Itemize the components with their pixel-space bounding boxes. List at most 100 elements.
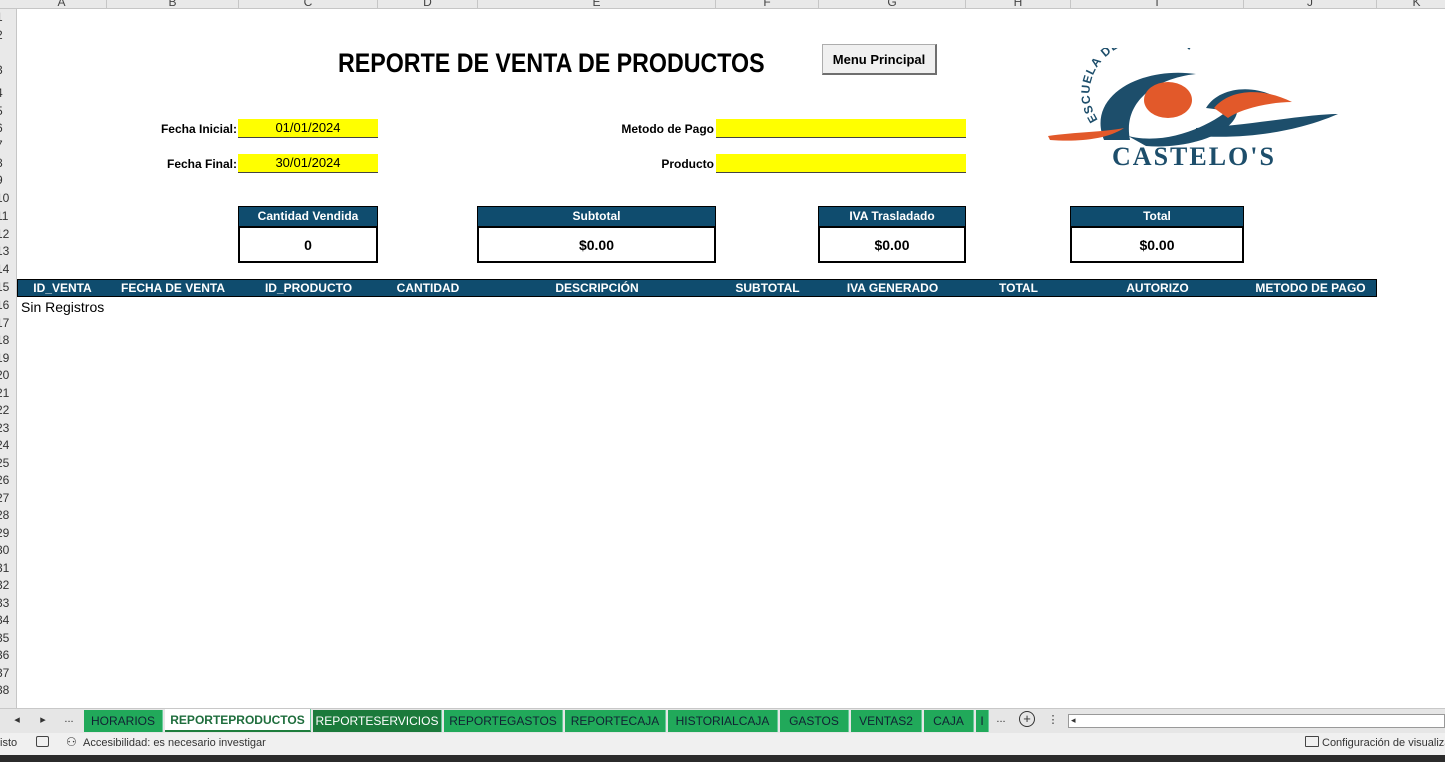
- row-header[interactable]: 12: [0, 228, 16, 240]
- row-header[interactable]: 7: [0, 139, 16, 151]
- row-header[interactable]: 2: [0, 29, 16, 41]
- kpi-label: Cantidad Vendida: [238, 206, 378, 226]
- row-header[interactable]: 17: [0, 317, 16, 329]
- column-header-f[interactable]: F: [716, 0, 819, 8]
- row-header[interactable]: 23: [0, 422, 16, 434]
- column-autorizo[interactable]: AUTORIZO: [1071, 281, 1244, 295]
- row-header[interactable]: 30: [0, 544, 16, 556]
- report-title: REPORTE DE VENTA DE PRODUCTOS: [338, 48, 765, 78]
- fecha-final-field[interactable]: 30/01/2024: [238, 154, 378, 173]
- row-headers: 1 2 3 4 5 6 7 8 9 10 11 12 13 14 15 16 1…: [0, 9, 17, 709]
- row-header[interactable]: 21: [0, 387, 16, 399]
- row-header[interactable]: 22: [0, 404, 16, 416]
- producto-field[interactable]: [716, 154, 966, 173]
- row-header[interactable]: 1: [0, 11, 16, 23]
- fecha-inicial-label: Fecha Inicial:: [160, 122, 237, 136]
- tab-more-left-button[interactable]: ...: [62, 713, 76, 725]
- empty-table-message: Sin Registros: [21, 299, 105, 315]
- row-header[interactable]: 6: [0, 122, 16, 134]
- column-headers: A B C D E F G H I J K: [0, 0, 1445, 9]
- column-header-d[interactable]: D: [378, 0, 478, 8]
- row-header[interactable]: 29: [0, 527, 16, 539]
- column-id-producto[interactable]: ID_PRODUCTO: [239, 281, 378, 295]
- column-iva-generado[interactable]: IVA GENERADO: [819, 281, 966, 295]
- column-fecha-venta[interactable]: FECHA DE VENTA: [107, 281, 239, 295]
- row-header[interactable]: 10: [0, 192, 16, 204]
- display-settings[interactable]: Configuración de visualiza: [1322, 737, 1445, 749]
- row-header[interactable]: 27: [0, 492, 16, 504]
- column-cantidad[interactable]: CANTIDAD: [378, 281, 478, 295]
- column-header-b[interactable]: B: [107, 0, 239, 8]
- display-settings-icon[interactable]: [1305, 736, 1319, 747]
- row-header[interactable]: 13: [0, 245, 16, 257]
- row-header[interactable]: 24: [0, 439, 16, 451]
- kpi-value: $0.00: [818, 226, 966, 263]
- row-header[interactable]: 4: [0, 87, 16, 99]
- accessibility-status[interactable]: Accesibilidad: es necesario investigar: [83, 737, 266, 749]
- column-header-e[interactable]: E: [478, 0, 716, 8]
- metodo-pago-field[interactable]: [716, 119, 966, 138]
- row-header[interactable]: 16: [0, 299, 16, 311]
- row-header[interactable]: 28: [0, 509, 16, 521]
- tab-reporteservicios[interactable]: REPORTESERVICIOS: [313, 710, 442, 732]
- tab-more-right-button[interactable]: ...: [994, 713, 1008, 725]
- row-header[interactable]: 31: [0, 562, 16, 574]
- metodo-pago-label: Metodo de Pago: [621, 122, 714, 136]
- macro-record-icon[interactable]: [36, 736, 49, 747]
- tab-partial[interactable]: I: [976, 710, 989, 732]
- column-total[interactable]: TOTAL: [966, 281, 1071, 295]
- row-header[interactable]: 5: [0, 105, 16, 117]
- column-header-g[interactable]: G: [819, 0, 966, 8]
- kpi-cantidad-vendida: Cantidad Vendida 0: [238, 206, 378, 263]
- row-header[interactable]: 37: [0, 667, 16, 679]
- row-header[interactable]: 15: [0, 281, 16, 293]
- row-header[interactable]: 18: [0, 334, 16, 346]
- kpi-label: Total: [1070, 206, 1244, 226]
- column-header-k[interactable]: K: [1377, 0, 1445, 8]
- tab-ventas2[interactable]: VENTAS2: [851, 710, 922, 732]
- row-header[interactable]: 14: [0, 263, 16, 275]
- column-descripcion[interactable]: DESCRIPCIÓN: [478, 281, 716, 295]
- tab-gastos[interactable]: GASTOS: [780, 710, 849, 732]
- horizontal-scrollbar[interactable]: ◂: [1068, 714, 1445, 728]
- producto-label: Producto: [661, 157, 714, 171]
- tab-scroll-right-button[interactable]: ▸: [36, 713, 50, 726]
- column-header-j[interactable]: J: [1244, 0, 1377, 8]
- column-header-c[interactable]: C: [239, 0, 378, 8]
- menu-principal-button[interactable]: Menu Principal: [822, 44, 937, 75]
- row-header[interactable]: 36: [0, 649, 16, 661]
- tab-reportegastos[interactable]: REPORTEGASTOS: [444, 710, 563, 732]
- tab-horarios[interactable]: HORARIOS: [84, 710, 163, 732]
- sheet-options-icon[interactable]: ⋮: [1046, 713, 1060, 726]
- column-header-a[interactable]: A: [17, 0, 107, 8]
- row-header[interactable]: 25: [0, 457, 16, 469]
- add-sheet-icon[interactable]: +: [1019, 711, 1035, 727]
- tab-scroll-left-button[interactable]: ◂: [10, 713, 24, 726]
- fecha-inicial-field[interactable]: 01/01/2024: [238, 119, 378, 138]
- row-header[interactable]: 19: [0, 352, 16, 364]
- kpi-label: IVA Trasladado: [818, 206, 966, 226]
- row-header[interactable]: 33: [0, 597, 16, 609]
- row-header[interactable]: 26: [0, 474, 16, 486]
- column-header-i[interactable]: I: [1071, 0, 1244, 8]
- row-header[interactable]: 35: [0, 632, 16, 644]
- kpi-value: 0: [238, 226, 378, 263]
- row-header[interactable]: 34: [0, 614, 16, 626]
- accessibility-icon[interactable]: ⚇: [66, 735, 77, 749]
- row-header[interactable]: 38: [0, 684, 16, 696]
- row-header[interactable]: 8: [0, 157, 16, 169]
- column-header-h[interactable]: H: [966, 0, 1071, 8]
- tab-historialcaja[interactable]: HISTORIALCAJA: [668, 710, 778, 732]
- tab-reportecaja[interactable]: REPORTECAJA: [565, 710, 666, 732]
- row-header[interactable]: 9: [0, 174, 16, 186]
- column-metodo-pago[interactable]: METODO DE PAGO: [1244, 281, 1377, 295]
- scroll-left-arrow-icon[interactable]: ◂: [1071, 715, 1076, 726]
- row-header[interactable]: 3: [0, 64, 16, 76]
- row-header[interactable]: 32: [0, 579, 16, 591]
- row-header[interactable]: 11: [0, 210, 16, 222]
- row-header[interactable]: 20: [0, 369, 16, 381]
- column-id-venta[interactable]: ID_VENTA: [18, 281, 107, 295]
- tab-caja[interactable]: CAJA: [924, 710, 974, 732]
- tab-reporteproductos[interactable]: REPORTEPRODUCTOS: [165, 709, 311, 732]
- column-subtotal[interactable]: SUBTOTAL: [716, 281, 819, 295]
